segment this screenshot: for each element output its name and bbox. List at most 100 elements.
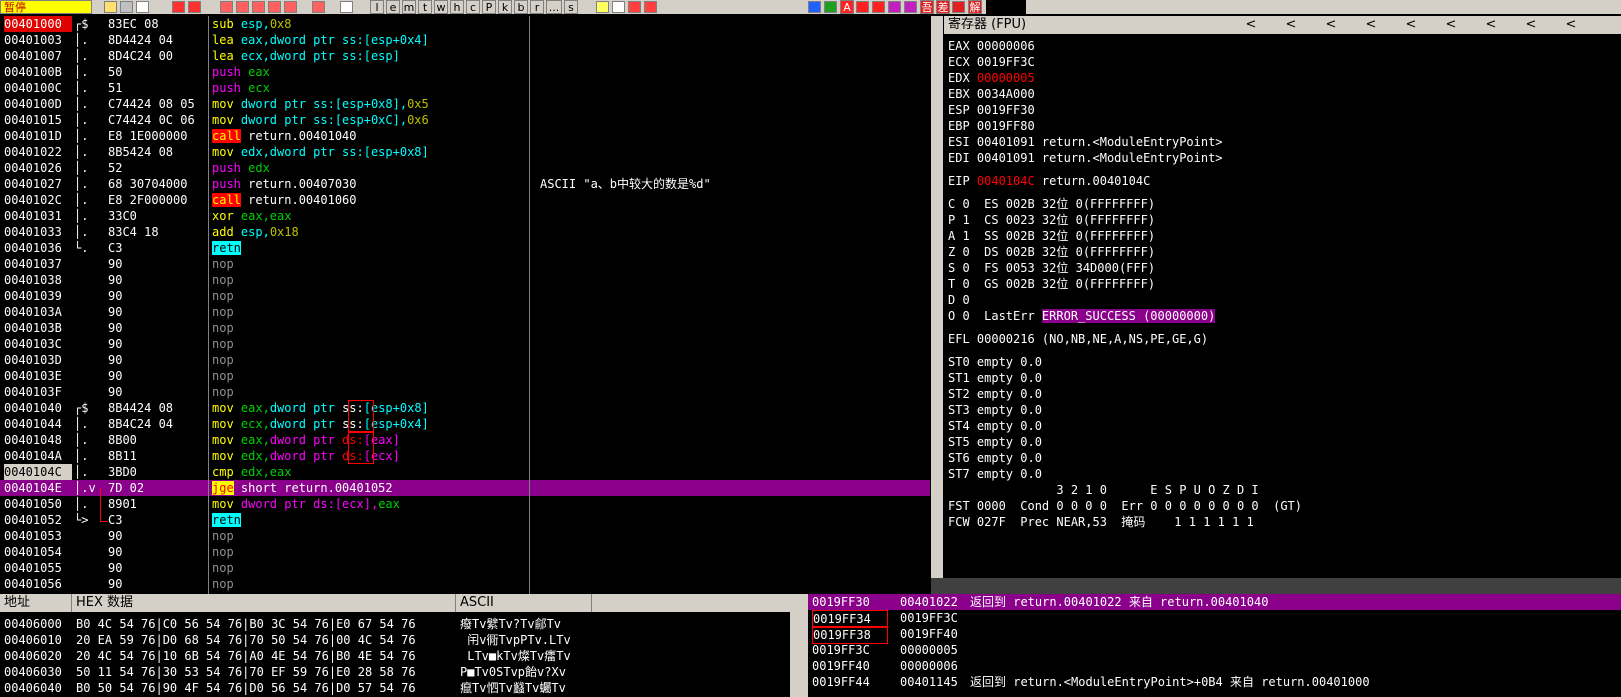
instruction-text[interactable]: add esp,0x18 bbox=[212, 224, 524, 240]
tool-6-icon[interactable] bbox=[888, 1, 901, 13]
instruction-text[interactable]: mov dword ptr ds:[ecx],eax bbox=[212, 496, 524, 512]
disasm-row[interactable]: 0040103B 90 nop bbox=[0, 320, 930, 336]
stack-value[interactable]: 0019FF40 bbox=[900, 626, 968, 642]
instruction-text[interactable]: jge short return.00401052 bbox=[212, 480, 524, 496]
instruction-text[interactable]: nop bbox=[212, 544, 524, 560]
instruction-address[interactable]: 00401033 bbox=[4, 224, 72, 240]
step-over-icon[interactable] bbox=[236, 1, 249, 13]
register-line[interactable]: ESP 0019FF30 bbox=[948, 102, 1035, 118]
instruction-address[interactable]: 0040103B bbox=[4, 320, 72, 336]
open-icon[interactable] bbox=[104, 1, 117, 13]
stack-row[interactable]: 0019FF3C 00000005 bbox=[808, 642, 1621, 658]
pause-icon[interactable] bbox=[188, 1, 201, 13]
dump-ascii[interactable]: 闬v衕TvpPTv.LTv bbox=[460, 632, 570, 648]
plugin-icon[interactable] bbox=[628, 1, 641, 13]
register-line[interactable]: ECX 0019FF3C bbox=[948, 54, 1035, 70]
dump-ascii[interactable]: P■Tv0STvp飴v?Xv bbox=[460, 664, 566, 680]
dump-hex-bytes[interactable]: 20 4C 54 76|10 6B 54 76|A0 4E 54 76|B0 4… bbox=[76, 648, 416, 664]
disasm-row[interactable]: 00401048 │. 8B00 mov eax,dword ptr ds:[eax] bbox=[0, 432, 930, 448]
dump-address[interactable]: 00406030 bbox=[4, 664, 62, 680]
go-to-icon[interactable] bbox=[312, 1, 325, 13]
instruction-text[interactable]: nop bbox=[212, 320, 524, 336]
instruction-text[interactable]: mov dword ptr ss:[esp+0xC],0x6 bbox=[212, 112, 524, 128]
disasm-row[interactable]: 0040103C 90 nop bbox=[0, 336, 930, 352]
register-line[interactable]: EBP 0019FF80 bbox=[948, 118, 1035, 134]
instruction-address[interactable]: 00401037 bbox=[4, 256, 72, 272]
dump-ascii[interactable]: LTv■kTv燦Tv癗Tv bbox=[460, 648, 570, 664]
disasm-row[interactable]: 0040102C │. E8 2F000000 call return.0040106… bbox=[0, 192, 930, 208]
stack-row[interactable]: 0019FF38 0019FF40 bbox=[808, 626, 1621, 644]
dump-ascii[interactable]: 癙Tv怬Tv蠽Tv蠾Tv bbox=[460, 680, 566, 696]
collapse-arrow-icon[interactable]: < bbox=[1564, 16, 1578, 34]
stack-address[interactable]: 0019FF44 bbox=[812, 674, 888, 690]
tool-9-button[interactable]: 差 bbox=[936, 0, 950, 14]
instruction-text[interactable]: push ecx bbox=[212, 80, 524, 96]
tool-2-icon[interactable] bbox=[824, 1, 837, 13]
instruction-text[interactable]: push return.00407030 bbox=[212, 176, 524, 192]
instruction-text[interactable]: mov dword ptr ss:[esp+0x8],0x5 bbox=[212, 96, 524, 112]
instruction-text[interactable]: lea eax,dword ptr ss:[esp+0x4] bbox=[212, 32, 524, 48]
help-icon[interactable] bbox=[644, 1, 657, 13]
register-line[interactable]: EFL 00000216 (NO,NB,NE,A,NS,PE,GE,G) bbox=[948, 331, 1208, 347]
stack-value[interactable]: 00000005 bbox=[900, 642, 968, 658]
instruction-address[interactable]: 00401022 bbox=[4, 144, 72, 160]
disasm-row[interactable]: 0040103A 90 nop bbox=[0, 304, 930, 320]
disassembly-scrollbar[interactable] bbox=[931, 16, 943, 594]
window-callstack-button[interactable]: k bbox=[498, 0, 512, 14]
stack-address[interactable]: 0019FF40 bbox=[812, 658, 888, 674]
dump-scrollbar[interactable] bbox=[790, 594, 808, 697]
disasm-row[interactable]: 0040100D │. C74424 08 05 mov dword ptr ss:[… bbox=[0, 96, 930, 112]
register-line[interactable]: A 1 SS 002B 32位 0(FFFFFFFF) bbox=[948, 228, 1155, 244]
instruction-address[interactable]: 00401040 bbox=[4, 400, 72, 416]
instruction-address[interactable]: 0040103C bbox=[4, 336, 72, 352]
instruction-address[interactable]: 0040103D bbox=[4, 352, 72, 368]
instruction-text[interactable]: nop bbox=[212, 336, 524, 352]
collapse-arrow-icon[interactable]: < bbox=[1364, 16, 1378, 34]
window-breakpoints-button[interactable]: b bbox=[514, 0, 528, 14]
disasm-row[interactable]: 00401037 90 nop bbox=[0, 256, 930, 272]
dump-header-hex[interactable]: HEX 数据 bbox=[72, 594, 456, 612]
instruction-text[interactable]: nop bbox=[212, 256, 524, 272]
instruction-text[interactable]: nop bbox=[212, 576, 524, 592]
tool-a-button[interactable]: A bbox=[840, 0, 854, 14]
dump-hex-bytes[interactable]: 20 EA 59 76|D0 68 54 76|70 50 54 76|00 4… bbox=[76, 632, 416, 648]
collapse-arrow-icon[interactable]: < bbox=[1244, 16, 1258, 34]
window-memory-button[interactable]: m bbox=[402, 0, 416, 14]
instruction-text[interactable]: sub esp,0x8 bbox=[212, 16, 524, 32]
disasm-row[interactable]: 00401031 │. 33C0 xor eax,eax bbox=[0, 208, 930, 224]
register-line[interactable]: O 0 LastErr ERROR_SUCCESS (00000000) bbox=[948, 308, 1216, 324]
register-line[interactable]: ST0 empty 0.0 bbox=[948, 354, 1042, 370]
instruction-text[interactable]: cmp edx,eax bbox=[212, 464, 524, 480]
window-log-button[interactable]: l bbox=[370, 0, 384, 14]
register-line[interactable]: ST7 empty 0.0 bbox=[948, 466, 1042, 482]
stack-row[interactable]: 0019FF44 00401145 返回到 return.<ModuleEntryP… bbox=[808, 674, 1621, 690]
disasm-row[interactable]: 00401044 │. 8B4C24 04 mov ecx,dword ptr ss:… bbox=[0, 416, 930, 432]
register-line[interactable]: 3 2 1 0 E S P U O Z D I bbox=[948, 482, 1258, 498]
tool-11-button[interactable]: 解 bbox=[968, 0, 982, 14]
disasm-row[interactable]: 00401052 └> C3 retn bbox=[0, 512, 930, 528]
disasm-row[interactable]: 0040100C │. 51 push ecx bbox=[0, 80, 930, 96]
disasm-row[interactable]: 00401033 │. 83C4 18 add esp,0x18 bbox=[0, 224, 930, 240]
stack-row[interactable]: 0019FF34 0019FF3C bbox=[808, 610, 1621, 628]
instruction-address[interactable]: 0040101D bbox=[4, 128, 72, 144]
menu-icon[interactable] bbox=[596, 1, 609, 13]
dump-ascii[interactable]: 癈Tv繴Tv?Tv鄃Tv bbox=[460, 616, 561, 632]
register-line[interactable]: ST2 empty 0.0 bbox=[948, 386, 1042, 402]
disasm-row[interactable]: 0040103D 90 nop bbox=[0, 352, 930, 368]
instruction-text[interactable]: retn bbox=[212, 240, 524, 256]
window-source-button[interactable]: s bbox=[564, 0, 578, 14]
dump-address[interactable]: 00406020 bbox=[4, 648, 62, 664]
instruction-address[interactable]: 00401003 bbox=[4, 32, 72, 48]
register-line[interactable]: EAX 00000006 bbox=[948, 38, 1035, 54]
stack-address[interactable]: 0019FF3C bbox=[812, 642, 888, 658]
instruction-address[interactable]: 00401044 bbox=[4, 416, 72, 432]
instruction-address[interactable]: 00401007 bbox=[4, 48, 72, 64]
tool-10-icon[interactable] bbox=[952, 1, 965, 13]
instruction-address[interactable]: 0040104A bbox=[4, 448, 72, 464]
collapse-arrow-icon[interactable]: < bbox=[1284, 16, 1298, 34]
register-line[interactable]: P 1 CS 0023 32位 0(FFFFFFFF) bbox=[948, 212, 1155, 228]
instruction-text[interactable]: nop bbox=[212, 528, 524, 544]
register-line[interactable]: ST6 empty 0.0 bbox=[948, 450, 1042, 466]
instruction-text[interactable]: push edx bbox=[212, 160, 524, 176]
stack-pane[interactable]: 0019FF30 00401022 返回到 return.00401022 来自 r… bbox=[808, 594, 1621, 697]
